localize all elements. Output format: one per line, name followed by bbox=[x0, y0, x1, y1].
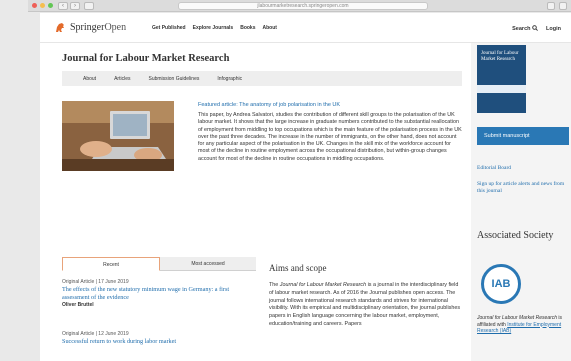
article-title-link[interactable]: Successful return to work during labor m… bbox=[62, 338, 252, 346]
nav-get-published[interactable]: Get Published bbox=[152, 25, 186, 31]
share-icon[interactable] bbox=[547, 2, 555, 10]
site-header: SpringerOpen Get Published Explore Journ… bbox=[40, 13, 571, 43]
aims-journal-name: Journal for Labour Market Research bbox=[279, 282, 367, 288]
browser-actions bbox=[547, 2, 567, 10]
cover-band bbox=[477, 85, 526, 93]
society-affiliation: Journal for Labour Market Research is af… bbox=[477, 315, 569, 335]
cover-title: Journal for Labour Market Research bbox=[481, 51, 519, 62]
affil-journal-name: Journal for Labour Market Research bbox=[477, 315, 558, 321]
tabs-icon[interactable] bbox=[559, 2, 567, 10]
aims-prefix: The bbox=[269, 282, 280, 288]
list-item: Original Article | 12 June 2019 Successf… bbox=[62, 331, 252, 346]
journal-cover[interactable]: Journal for Labour Market Research bbox=[477, 45, 526, 113]
window-controls bbox=[32, 3, 53, 8]
tab-about[interactable]: About bbox=[74, 76, 105, 82]
featured-article-title[interactable]: Featured article: The anatomy of job pol… bbox=[198, 102, 340, 108]
featured-article-image[interactable] bbox=[62, 101, 174, 171]
sidebar-toggle-icon[interactable] bbox=[84, 2, 94, 10]
springer-open-logo[interactable]: SpringerOpen bbox=[54, 22, 126, 33]
tab-articles[interactable]: Articles bbox=[105, 76, 139, 82]
aims-heading: Aims and scope bbox=[269, 263, 327, 273]
address-bar[interactable]: jlabourmarketresearch.springeropen.com bbox=[178, 2, 428, 10]
journal-tab-bar: About Articles Submission Guidelines Inf… bbox=[62, 71, 462, 86]
logo-word-open: Open bbox=[104, 22, 127, 33]
header-actions: Search Login bbox=[512, 25, 561, 32]
maximize-window-button[interactable] bbox=[48, 3, 53, 8]
search-label: Search bbox=[512, 26, 531, 32]
tab-submission-guidelines[interactable]: Submission Guidelines bbox=[139, 76, 208, 82]
article-meta: Original Article | 17 June 2019 bbox=[62, 279, 129, 285]
nav-about[interactable]: About bbox=[262, 25, 276, 31]
featured-article-body: This paper, by Andrea Salvatori, studies… bbox=[198, 112, 462, 162]
editorial-board-link[interactable]: Editorial Board bbox=[477, 165, 565, 172]
close-window-button[interactable] bbox=[32, 3, 37, 8]
web-page: SpringerOpen Get Published Explore Journ… bbox=[40, 13, 571, 361]
associated-society-heading: Associated Society bbox=[477, 230, 554, 241]
tab-most-accessed[interactable]: Most accessed bbox=[160, 257, 256, 271]
laptop-photo bbox=[62, 101, 174, 171]
article-meta: Original Article | 12 June 2019 bbox=[62, 331, 129, 337]
nav-books[interactable]: Books bbox=[240, 25, 255, 31]
nav-explore-journals[interactable]: Explore Journals bbox=[193, 25, 234, 31]
back-icon[interactable]: ‹ bbox=[58, 2, 68, 10]
browser-toolbar: ‹ › jlabourmarketresearch.springeropen.c… bbox=[28, 0, 571, 12]
main-nav: Get Published Explore Journals Books Abo… bbox=[152, 25, 277, 31]
search-button[interactable]: Search bbox=[512, 25, 538, 32]
article-list-tabs: Recent Most accessed bbox=[62, 257, 256, 271]
article-author: Oliver Bruttel bbox=[62, 302, 94, 309]
tab-infographic[interactable]: Infographic bbox=[208, 76, 251, 82]
forward-icon[interactable]: › bbox=[70, 2, 80, 10]
article-alerts-link[interactable]: Sign up for article alerts and news from… bbox=[477, 181, 565, 195]
springer-horse-icon bbox=[56, 23, 64, 32]
journal-title[interactable]: Journal for Labour Market Research bbox=[62, 53, 229, 64]
article-title-link[interactable]: The effects of the new statutory minimum… bbox=[62, 286, 252, 301]
list-item: Original Article | 17 June 2019 The effe… bbox=[62, 279, 252, 310]
search-icon bbox=[532, 25, 538, 31]
minimize-window-button[interactable] bbox=[40, 3, 45, 8]
logo-word-springer: Springer bbox=[70, 22, 105, 33]
login-link[interactable]: Login bbox=[546, 26, 561, 32]
aims-text: is a journal in the interdisciplinary fi… bbox=[269, 282, 461, 327]
iab-logo[interactable]: IAB bbox=[481, 264, 521, 304]
tab-recent[interactable]: Recent bbox=[62, 257, 160, 271]
submit-manuscript-button[interactable]: Submit manuscript bbox=[477, 127, 569, 145]
aims-body: The Journal for Labour Market Research i… bbox=[269, 282, 464, 329]
